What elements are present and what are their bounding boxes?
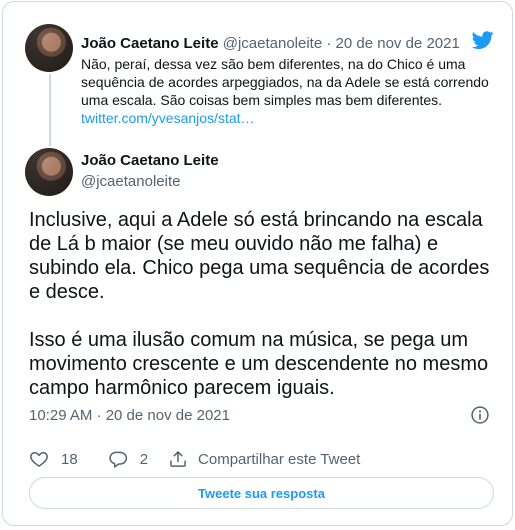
quoted-author-name[interactable]: João Caetano Leite (81, 35, 219, 52)
share-label: Compartilhar este Tweet (198, 450, 361, 468)
info-icon[interactable] (470, 405, 490, 425)
quoted-tweet-header: João Caetano Leite @jcaetanoleite · 20 d… (81, 35, 481, 52)
quoted-tweet-body: Não, peraí, dessa vez são bem diferentes… (81, 56, 489, 108)
reply-button[interactable]: Tweete sua resposta (29, 477, 494, 509)
heart-icon (30, 452, 48, 467)
reply-bubble-icon (109, 451, 127, 468)
quoted-tweet-date[interactable]: 20 de nov de 2021 (336, 35, 460, 52)
author-handle[interactable]: @jcaetanoleite (81, 173, 180, 190)
like-count: 18 (61, 450, 78, 468)
tweet-card: João Caetano Leite @jcaetanoleite · 20 d… (2, 1, 513, 526)
quoted-tweet-link[interactable]: twitter.com/yvesanjos/stat… (81, 110, 255, 126)
tweet-paragraph-2: Isso é uma ilusão comum na música, se pe… (29, 329, 489, 399)
header-separator: · (326, 35, 332, 52)
tweet-timestamp[interactable]: 10:29 AM · 20 de nov de 2021 (29, 407, 230, 424)
like-button[interactable]: 18 (29, 449, 78, 469)
share-icon (170, 451, 186, 467)
author-name[interactable]: João Caetano Leite (81, 152, 219, 169)
author-avatar[interactable] (25, 148, 73, 196)
reply-count: 2 (139, 450, 149, 468)
quoted-author-handle[interactable]: @jcaetanoleite (223, 35, 322, 52)
tweet-actions: 18 2 Compartilhar este Tweet (29, 448, 360, 470)
tweet-paragraph-1: Inclusive, aqui a Adele só está brincand… (29, 209, 490, 303)
quoted-tweet-text: Não, peraí, dessa vez são bem diferentes… (81, 55, 491, 127)
share-button[interactable]: Compartilhar este Tweet (168, 449, 360, 469)
quoted-author-avatar[interactable] (25, 24, 73, 72)
thread-connector-line (49, 74, 51, 146)
tweet-text: Inclusive, aqui a Adele só está brincand… (29, 208, 499, 400)
reply-action[interactable]: 2 (108, 449, 148, 469)
